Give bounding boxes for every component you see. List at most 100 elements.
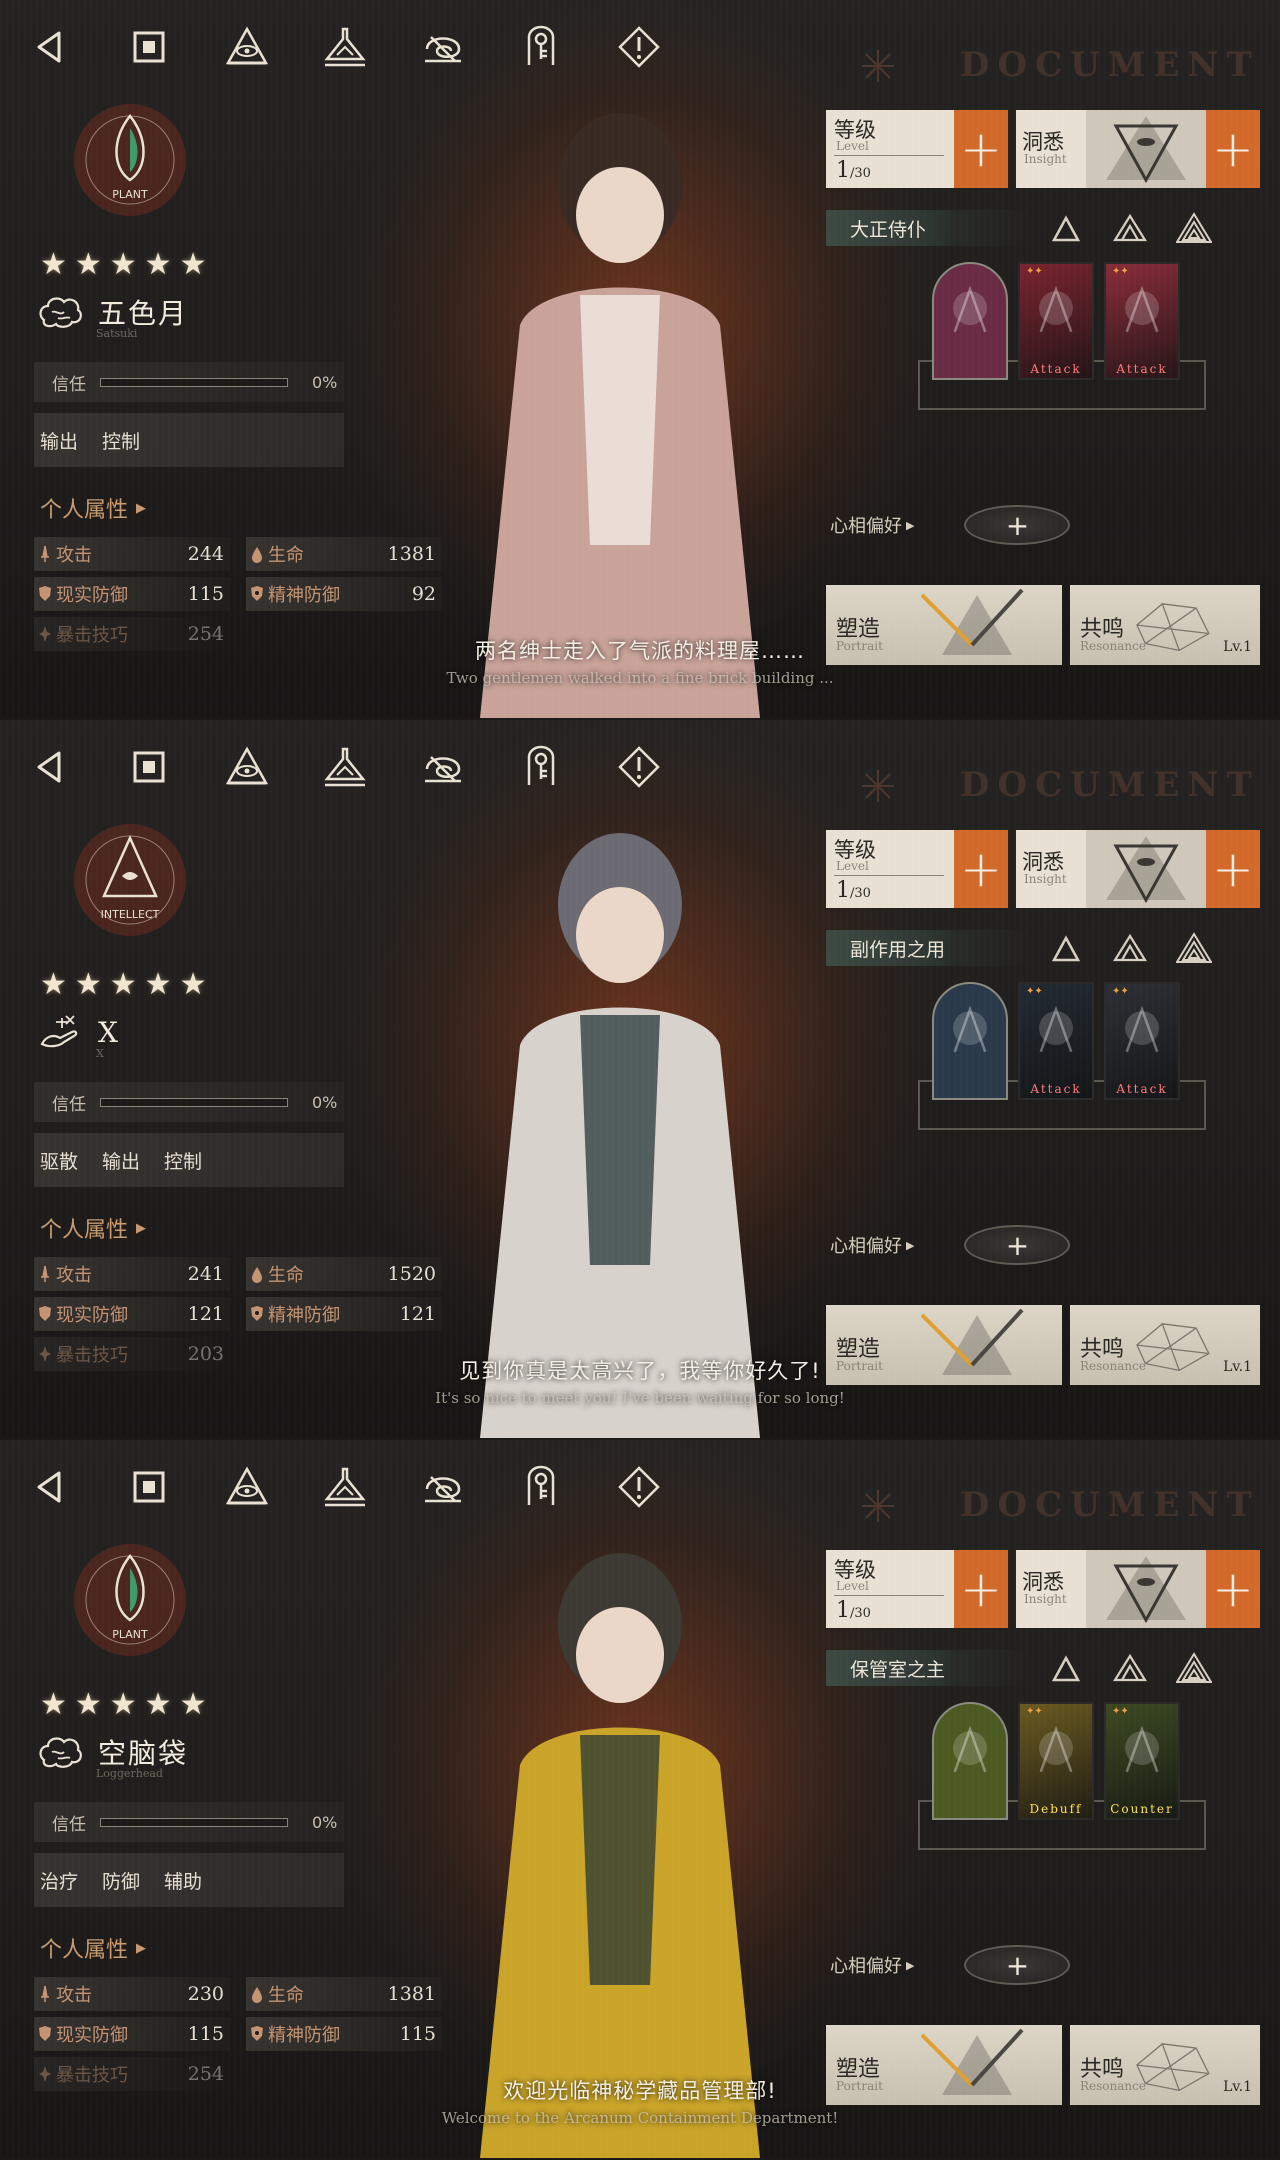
expand-arrow-icon: ▶ [906,518,915,532]
insight-stage-1-icon[interactable] [1048,212,1084,244]
title-tag-tail [958,210,1028,246]
brain-mental-icon [39,1737,82,1768]
role-tag: 防御 [102,1870,141,1893]
character-title: 副作用之用 [826,930,958,966]
spiral-icon [425,36,461,63]
insight-stage-2-icon[interactable] [1112,932,1148,964]
warning-icon [618,1466,660,1508]
character-illustration[interactable] [400,815,840,1438]
resonance-button[interactable]: 共鸣 Resonance Lv.1 [1070,585,1260,665]
insight-stage-2-icon[interactable] [1112,1652,1148,1684]
home-button[interactable] [124,22,174,72]
insight-stage-1-icon[interactable] [1048,1652,1084,1684]
skill-card-2[interactable]: ✦✦ Debuff [1018,1702,1094,1820]
resonance-button[interactable]: 共鸣 Resonance Lv.1 [1070,2025,1260,2105]
spiral-button[interactable] [418,742,468,792]
archive-button[interactable] [516,22,566,72]
character-name-en: Loggerhead [96,1767,163,1780]
insight-up-button[interactable]: + [1206,1550,1260,1628]
portrait-button[interactable]: 塑造 Portrait [826,2025,1062,2105]
warning-button[interactable] [614,1462,664,1512]
spiral-button[interactable] [418,1462,468,1512]
sword-icon [41,545,49,562]
attributes-heading[interactable]: 个人属性 ▶ [40,1212,146,1244]
resonance-button[interactable]: 共鸣 Resonance Lv.1 [1070,1305,1260,1385]
skill-card-type: Attack [1030,362,1082,376]
lab-button[interactable] [320,1462,370,1512]
insight-stage-2-icon[interactable] [1112,212,1148,244]
afflatus-label: PLANT [112,188,148,201]
stat-label: 精神防御 [268,2025,340,2046]
insight-stage-3-icon[interactable] [1176,212,1212,244]
skill-card-1[interactable] [932,262,1008,380]
archive-button[interactable] [516,742,566,792]
insight-up-button[interactable]: + [1206,830,1260,908]
hand-reality-icon [40,1015,78,1048]
lab-button[interactable] [320,22,370,72]
resonance-subtitle: Resonance [1080,639,1146,653]
character-name-en: Satsuki [96,327,138,340]
droplet-icon [252,547,262,563]
level-up-button[interactable]: + [954,1550,1008,1628]
insight-card: 洞悉 Insight + [1016,1550,1260,1628]
psychube-add-button[interactable]: + [964,505,1071,545]
psychube-label: 心相偏好 ▶ [830,1952,914,1978]
character-title: 保管室之主 [826,1650,958,1686]
insight-stages [1048,932,1212,964]
flask-icon [324,747,366,787]
eye-triangle-icon [225,26,269,65]
resonance-art-icon [1136,1323,1210,1372]
spiral-button[interactable] [418,22,468,72]
character-illustration[interactable] [400,1535,840,2158]
role-tag: 辅助 [164,1870,203,1893]
back-button[interactable] [26,742,76,792]
stat-value: 241 [187,1263,224,1285]
level-up-button[interactable]: + [954,110,1008,188]
back-button[interactable] [26,1462,76,1512]
back-button[interactable] [26,22,76,72]
attributes-heading[interactable]: 个人属性 ▶ [40,1932,146,1964]
mental-shield-icon [251,586,263,601]
skill-card-1[interactable] [932,1702,1008,1820]
skill-card-3[interactable]: ✦✦ Counter [1104,1702,1180,1820]
character-panel-1: DOCUMENT PLANT ★★★★★ 五色月 Satsuki 信任 0% 输… [0,0,1280,718]
insight-card: 洞悉 Insight + [1016,110,1260,188]
skill-card-1[interactable] [932,982,1008,1100]
skill-card-3[interactable]: ✦✦ Attack [1104,262,1180,380]
eye-triangle-icon [225,746,269,785]
home-button[interactable] [124,742,174,792]
portrait-button[interactable]: 塑造 Portrait [826,585,1062,665]
back-icon [37,1471,61,1503]
level-up-button[interactable]: + [954,830,1008,908]
shield-icon [39,2026,51,2041]
wilderness-button[interactable] [222,742,272,792]
warning-button[interactable] [614,22,664,72]
attributes-heading[interactable]: 个人属性 ▶ [40,492,146,524]
title-tag-tail [958,930,1028,966]
insight-stage-3-icon[interactable] [1176,932,1212,964]
psychube-add-button[interactable]: + [964,1945,1071,1985]
archive-button[interactable] [516,1462,566,1512]
home-button[interactable] [124,1462,174,1512]
lab-button[interactable] [320,742,370,792]
warning-button[interactable] [614,742,664,792]
insight-up-button[interactable]: + [1206,110,1260,188]
skill-card-2[interactable]: ✦✦ Attack [1018,982,1094,1100]
stat-value: 115 [187,2023,224,2045]
level-subtitle: Level [836,1579,869,1593]
portrait-subtitle: Portrait [836,2079,883,2093]
wilderness-button[interactable] [222,22,272,72]
portrait-button[interactable]: 塑造 Portrait [826,1305,1062,1385]
stat-reality-def: 现实防御 121 [34,1297,230,1331]
insight-stage-3-icon[interactable] [1176,1652,1212,1684]
expand-arrow-icon: ▶ [136,1940,147,1956]
psychube-add-button[interactable]: + [964,1225,1071,1265]
role-tag: 输出 [40,430,79,453]
insight-stage-1-icon[interactable] [1048,932,1084,964]
insight-subtitle: Insight [1024,872,1067,886]
skill-card-3[interactable]: ✦✦ Attack [1104,982,1180,1100]
character-illustration[interactable] [400,95,840,718]
decorative-star-icon [862,770,894,802]
skill-card-2[interactable]: ✦✦ Attack [1018,262,1094,380]
wilderness-button[interactable] [222,1462,272,1512]
